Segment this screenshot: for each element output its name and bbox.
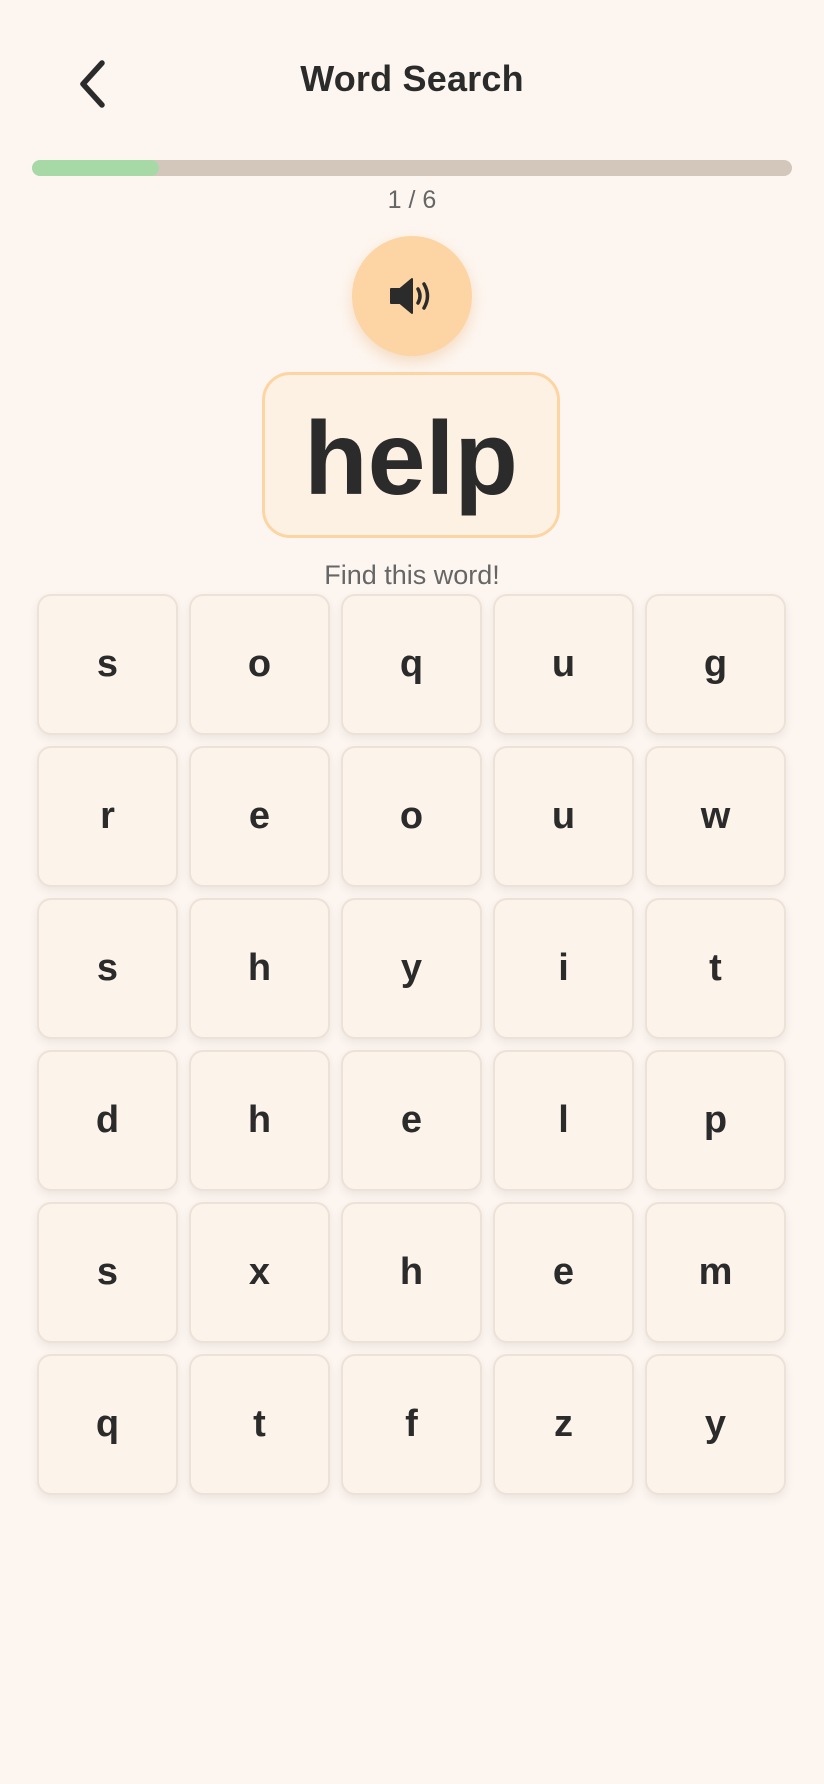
- page-title: Word Search: [300, 58, 524, 99]
- letter-cell[interactable]: y: [645, 1354, 786, 1495]
- letter-cell[interactable]: z: [493, 1354, 634, 1495]
- letter-cell[interactable]: e: [493, 1202, 634, 1343]
- letter-cell[interactable]: q: [37, 1354, 178, 1495]
- letter-cell[interactable]: l: [493, 1050, 634, 1191]
- letter-cell[interactable]: g: [645, 594, 786, 735]
- letter-cell[interactable]: r: [37, 746, 178, 887]
- letter-cell[interactable]: y: [341, 898, 482, 1039]
- letter-cell[interactable]: s: [37, 1202, 178, 1343]
- play-audio-button[interactable]: [352, 236, 472, 356]
- letter-cell[interactable]: p: [645, 1050, 786, 1191]
- progress-fill: [32, 160, 159, 176]
- letter-cell[interactable]: s: [37, 594, 178, 735]
- letter-cell[interactable]: o: [341, 746, 482, 887]
- letter-cell[interactable]: t: [645, 898, 786, 1039]
- letter-cell[interactable]: o: [189, 594, 330, 735]
- letter-cell[interactable]: m: [645, 1202, 786, 1343]
- progress-bar: [32, 160, 792, 176]
- letter-cell[interactable]: h: [189, 898, 330, 1039]
- letter-cell[interactable]: i: [493, 898, 634, 1039]
- instruction-text: Find this word!: [324, 560, 500, 590]
- letter-cell[interactable]: u: [493, 746, 634, 887]
- header: Word Search: [0, 0, 824, 170]
- letter-cell[interactable]: h: [341, 1202, 482, 1343]
- speaker-icon: [390, 278, 430, 314]
- letter-cell[interactable]: e: [189, 746, 330, 887]
- letter-cell[interactable]: h: [189, 1050, 330, 1191]
- letter-grid: soqugreouwshyitdhelpsxhemqtfzy: [37, 594, 787, 1495]
- target-word: help: [304, 401, 518, 517]
- letter-cell[interactable]: u: [493, 594, 634, 735]
- target-word-card: help: [262, 372, 560, 538]
- letter-cell[interactable]: w: [645, 746, 786, 887]
- letter-cell[interactable]: f: [341, 1354, 482, 1495]
- letter-cell[interactable]: e: [341, 1050, 482, 1191]
- letter-cell[interactable]: q: [341, 594, 482, 735]
- letter-cell[interactable]: x: [189, 1202, 330, 1343]
- letter-cell[interactable]: t: [189, 1354, 330, 1495]
- progress-text: 1 / 6: [387, 186, 437, 214]
- letter-cell[interactable]: s: [37, 898, 178, 1039]
- letter-cell[interactable]: d: [37, 1050, 178, 1191]
